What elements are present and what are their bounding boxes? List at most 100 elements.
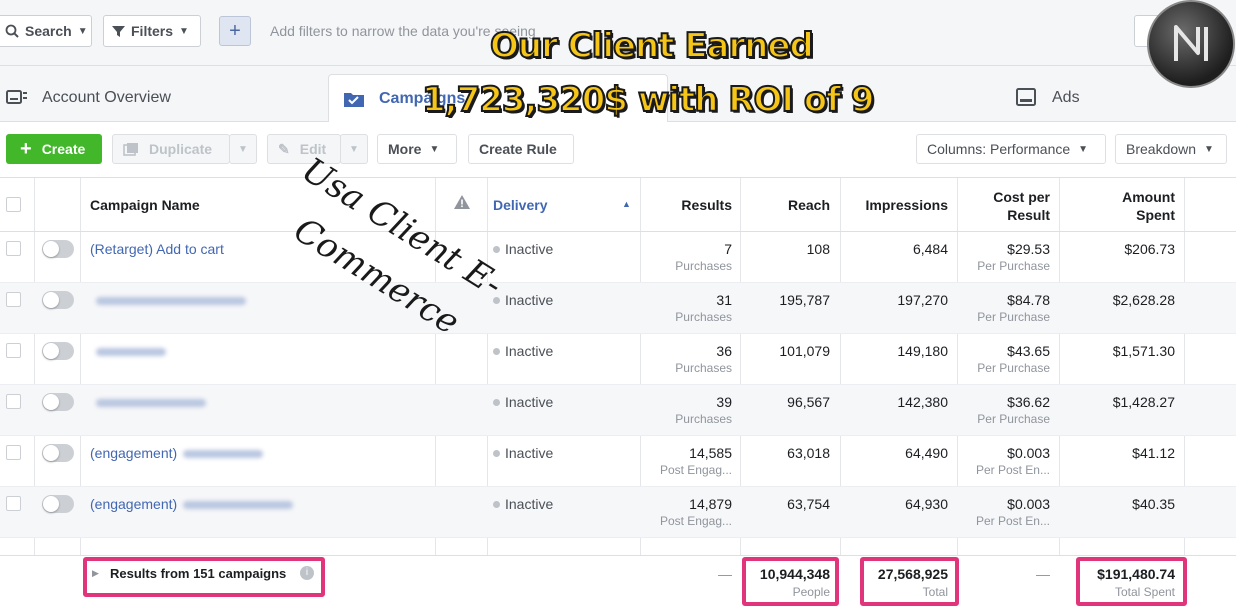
- header-campaign-name[interactable]: Campaign Name: [90, 197, 200, 213]
- row-checkbox[interactable]: [6, 445, 21, 460]
- results-type: Post Engag...: [659, 514, 732, 528]
- filter-icon: [112, 25, 125, 38]
- cost-value: $43.65: [1007, 343, 1050, 359]
- columns-button[interactable]: Columns: Performance ▼: [916, 134, 1106, 164]
- select-all-checkbox[interactable]: [6, 197, 21, 212]
- results-value: 14,879: [689, 496, 732, 512]
- create-button[interactable]: + Create: [6, 134, 102, 164]
- campaign-name-text: (engagement): [90, 445, 178, 461]
- spent-value: $2,628.28: [1112, 292, 1175, 308]
- warning-icon: [454, 195, 470, 214]
- filters-button[interactable]: Filters ▼: [103, 15, 201, 47]
- impressions-value: 149,180: [897, 343, 948, 359]
- redacted-name: [96, 348, 166, 357]
- campaign-name-link[interactable]: [90, 394, 206, 410]
- sort-ascending-icon: ▲: [622, 199, 631, 209]
- table-row[interactable]: (engagement) Inactive 14,879 Post Engag... 6…: [0, 487, 1236, 538]
- impressions-total-label: Total: [922, 585, 948, 599]
- cost-type: Per Purchase: [977, 412, 1050, 426]
- header-delivery[interactable]: Delivery: [493, 197, 547, 213]
- breakdown-button[interactable]: Breakdown ▼: [1115, 134, 1227, 164]
- create-rule-button[interactable]: Create Rule: [468, 134, 574, 164]
- header-cost-line1: Cost per: [993, 189, 1050, 205]
- caret-down-icon: ▼: [429, 143, 440, 155]
- header-reach[interactable]: Reach: [750, 197, 830, 213]
- results-value: 36: [716, 343, 732, 359]
- redacted-name: [183, 501, 294, 510]
- duplicate-label: Duplicate: [149, 141, 213, 157]
- add-filter-button[interactable]: +: [219, 16, 251, 46]
- campaign-name-link[interactable]: (Retarget) Add to cart: [90, 241, 224, 257]
- tab-account-overview[interactable]: Account Overview: [6, 74, 171, 122]
- campaign-name-link[interactable]: [90, 343, 166, 359]
- caret-down-icon: ▼: [349, 143, 359, 155]
- campaign-name-link[interactable]: (engagement): [90, 496, 294, 512]
- duplicate-button[interactable]: Duplicate: [112, 134, 230, 164]
- more-button[interactable]: More ▼: [377, 134, 457, 164]
- campaign-toggle[interactable]: [42, 393, 74, 411]
- cost-value: $36.62: [1007, 394, 1050, 410]
- delivery-status: Inactive: [493, 394, 553, 410]
- search-icon: [5, 24, 19, 38]
- results-value: 7: [724, 241, 732, 257]
- edit-dropdown[interactable]: ▼: [340, 134, 368, 164]
- duplicate-dropdown[interactable]: ▼: [229, 134, 257, 164]
- expand-arrow-icon[interactable]: ▶: [92, 568, 99, 579]
- delivery-label: Inactive: [505, 445, 554, 461]
- campaign-name-text: (engagement): [90, 496, 178, 512]
- results-type: Purchases: [675, 412, 732, 426]
- table-row[interactable]: Inactive 39 Purchases 96,567 142,380 $36.62 Pe…: [0, 385, 1236, 436]
- delivery-status: Inactive: [493, 292, 553, 308]
- results-type: Purchases: [675, 310, 732, 324]
- caret-down-icon: ▼: [179, 25, 189, 37]
- filters-label: Filters: [131, 23, 174, 39]
- header-cost-per-result[interactable]: Cost per Result: [960, 188, 1050, 224]
- columns-label: Columns: Performance: [927, 141, 1071, 157]
- reach-value: 108: [806, 241, 830, 257]
- redacted-name: [96, 297, 246, 306]
- campaign-toggle[interactable]: [42, 495, 74, 513]
- campaign-name-link[interactable]: [90, 292, 246, 308]
- table-row[interactable]: Inactive 36 Purchases 101,079 149,180 $43.65 P…: [0, 334, 1236, 385]
- cost-value: $29.53: [1007, 241, 1050, 257]
- row-checkbox[interactable]: [6, 241, 21, 256]
- status-dot-icon: [493, 245, 500, 253]
- table-row[interactable]: (engagement) Inactive 14,585 Post Engag... 6…: [0, 436, 1236, 487]
- header-amount-spent[interactable]: Amount Spent: [1065, 188, 1175, 224]
- header-impressions[interactable]: Impressions: [850, 197, 948, 213]
- campaign-toggle[interactable]: [42, 342, 74, 360]
- row-checkbox[interactable]: [6, 496, 21, 511]
- caret-down-icon: ▼: [77, 25, 88, 37]
- campaigns-folder-icon: [343, 90, 365, 108]
- results-value: 14,585: [689, 445, 732, 461]
- redacted-name: [96, 399, 206, 408]
- delivery-label: Inactive: [505, 496, 554, 512]
- create-label: Create: [41, 141, 86, 157]
- delivery-label: Inactive: [505, 343, 554, 359]
- campaign-name-link[interactable]: (engagement): [90, 445, 264, 461]
- header-results[interactable]: Results: [650, 197, 732, 213]
- row-checkbox[interactable]: [6, 394, 21, 409]
- campaign-toggle[interactable]: [42, 240, 74, 258]
- row-checkbox[interactable]: [6, 343, 21, 358]
- redacted-name: [183, 450, 264, 459]
- spent-total-label: Total Spent: [1114, 585, 1175, 599]
- duplicate-icon: [123, 142, 139, 156]
- table-footer: ▶ Results from 151 campaigns i — 10,944,…: [0, 555, 1236, 607]
- campaign-toggle[interactable]: [42, 291, 74, 309]
- campaign-toggle[interactable]: [42, 444, 74, 462]
- campaigns-table: Campaign Name Delivery ▲ Results Reach I…: [0, 178, 1236, 607]
- action-bar: + Create Duplicate ▼ ✎ Edit ▼ More ▼ Cre…: [0, 122, 1236, 178]
- results-summary[interactable]: Results from 151 campaigns: [110, 566, 286, 581]
- impressions-value: 64,930: [905, 496, 948, 512]
- header-cost-line2: Result: [1007, 207, 1050, 223]
- delivery-status: Inactive: [493, 496, 553, 512]
- impressions-value: 64,490: [905, 445, 948, 461]
- status-dot-icon: [493, 296, 500, 304]
- search-button[interactable]: Search ▼: [0, 15, 92, 47]
- table-row[interactable]: (Retarget) Add to cart Inactive 7 Purchases…: [0, 232, 1236, 283]
- results-type: Post Engag...: [659, 463, 732, 477]
- row-checkbox[interactable]: [6, 292, 21, 307]
- table-row[interactable]: Inactive 31 Purchases 195,787 197,270 $84.78 P…: [0, 283, 1236, 334]
- tab-ads[interactable]: Ads: [1016, 74, 1080, 122]
